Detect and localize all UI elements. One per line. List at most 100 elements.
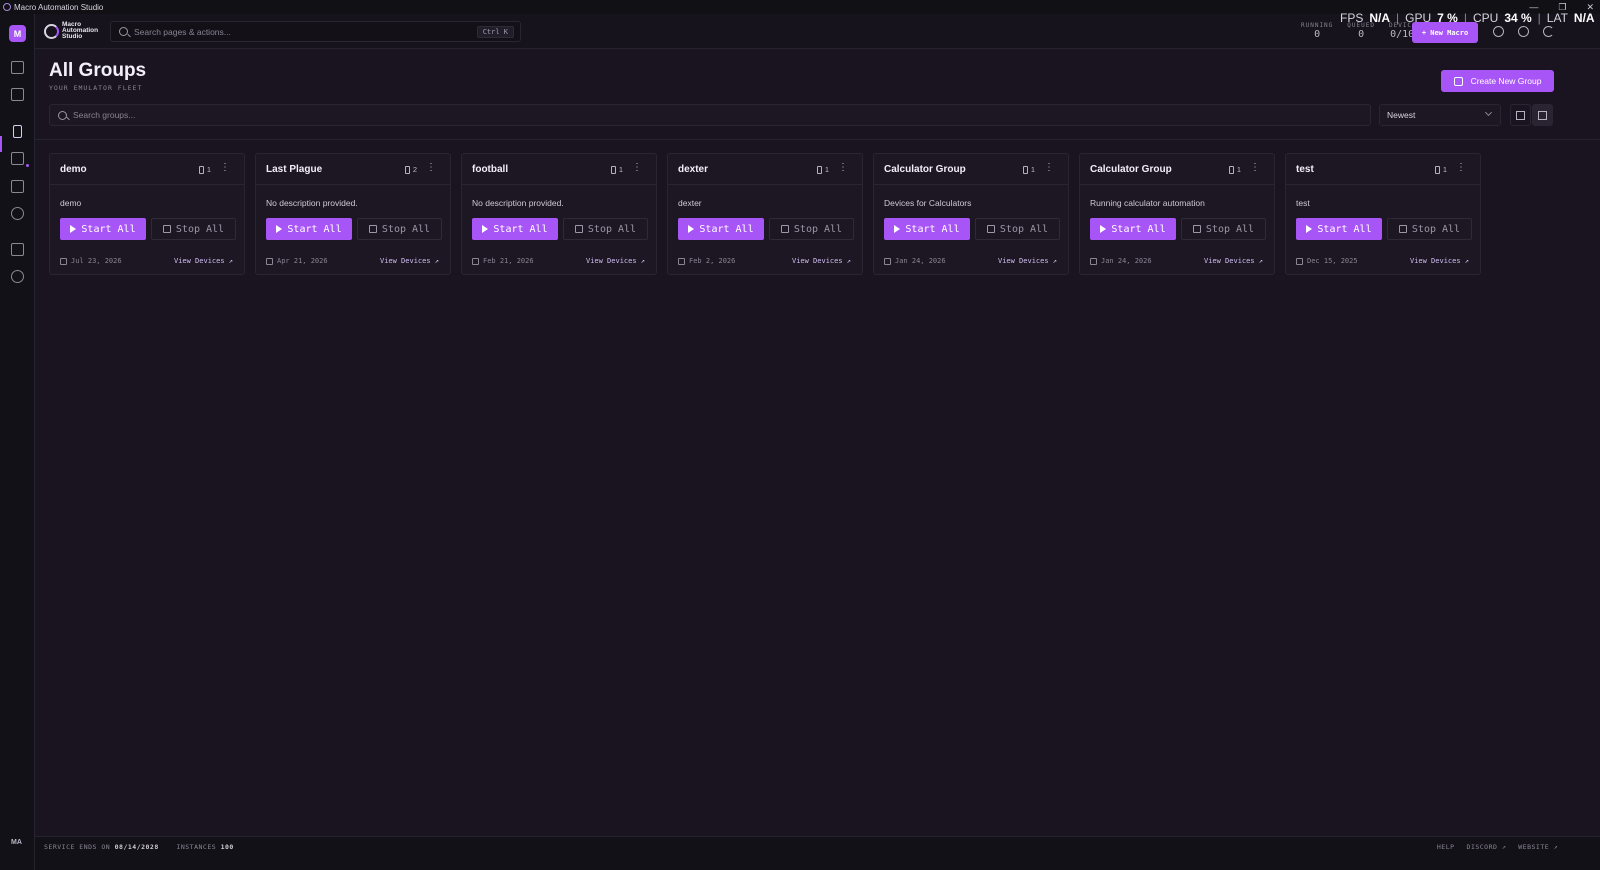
start-all-button[interactable]: Start All (472, 218, 558, 240)
device-count: 1 (1228, 165, 1241, 174)
list-icon (1516, 110, 1525, 120)
view-devices-link[interactable]: View Devices ↗ (1410, 257, 1469, 265)
plus-square-icon (1453, 76, 1463, 86)
lat-value: N/A (1573, 11, 1595, 25)
stop-all-button[interactable]: Stop All (1181, 218, 1266, 240)
view-devices-link[interactable]: View Devices ↗ (998, 257, 1057, 265)
support-icon[interactable] (11, 270, 24, 283)
group-card[interactable]: football 1 ⋮ No description provided. Start … (461, 153, 657, 275)
device-count: 1 (198, 165, 211, 174)
create-group-button[interactable]: Create New Group (1441, 70, 1554, 92)
calendar-icon (266, 257, 273, 265)
card-header: Calculator Group 1 ⋮ (874, 154, 1068, 185)
calendar-icon (60, 257, 67, 265)
store-icon[interactable] (11, 88, 24, 101)
stop-all-button[interactable]: Stop All (975, 218, 1060, 240)
network-icon[interactable] (11, 207, 24, 220)
workspace-avatar[interactable]: M (9, 25, 26, 42)
list-view-toggle[interactable] (1510, 104, 1531, 126)
play-icon (482, 225, 489, 233)
start-all-button[interactable]: Start All (1090, 218, 1176, 240)
moon-icon[interactable] (1543, 26, 1554, 37)
new-macro-button[interactable]: + New Macro (1412, 22, 1478, 43)
compass-icon[interactable] (1493, 26, 1504, 37)
phone-icon (1434, 165, 1440, 174)
app-logo[interactable]: Macro Automation Studio (44, 21, 98, 40)
view-devices-link[interactable]: View Devices ↗ (586, 257, 645, 265)
stop-icon (986, 225, 995, 233)
top-bar: Macro Automation Studio Search pages & a… (35, 11, 1600, 49)
card-icon[interactable] (11, 243, 24, 256)
card-header: dexter 1 ⋮ (668, 154, 862, 185)
start-all-button[interactable]: Start All (266, 218, 352, 240)
screen-icon[interactable] (11, 152, 24, 165)
active-nav-indicator (0, 136, 2, 152)
created-date: Jul 23, 2026 (60, 257, 122, 265)
card-header: Last Plague 2 ⋮ (256, 154, 450, 185)
stop-all-button[interactable]: Stop All (1387, 218, 1472, 240)
group-card[interactable]: dexter 1 ⋮ dexter Start All Stop All Feb 2, 20… (667, 153, 863, 275)
group-name: demo (60, 164, 87, 175)
start-all-button[interactable]: Start All (678, 218, 764, 240)
calendar-icon (678, 257, 685, 265)
group-card[interactable]: Last Plague 2 ⋮ No description provided. Sta… (255, 153, 451, 275)
group-card[interactable]: demo 1 ⋮ demo Start All Stop All Jul 23, 2026 V… (49, 153, 245, 275)
calendar-icon[interactable] (11, 180, 24, 193)
play-icon (70, 225, 77, 233)
group-search-input[interactable]: Search groups... (49, 104, 1371, 126)
view-devices-link[interactable]: View Devices ↗ (380, 257, 439, 265)
more-options-icon[interactable]: ⋮ (426, 163, 436, 173)
chevron-down-icon (1484, 108, 1493, 117)
group-description: Devices for Calculators (884, 198, 972, 208)
more-options-icon[interactable]: ⋮ (1456, 163, 1466, 173)
view-devices-link[interactable]: View Devices ↗ (1204, 257, 1263, 265)
stop-all-button[interactable]: Stop All (357, 218, 442, 240)
device-count: 1 (610, 165, 623, 174)
stop-all-button[interactable]: Stop All (769, 218, 854, 240)
group-card[interactable]: Calculator Group 1 ⋮ Devices for Calculator… (873, 153, 1069, 275)
user-initials[interactable]: MA (11, 839, 22, 846)
stop-icon (574, 225, 583, 233)
stop-all-button[interactable]: Stop All (563, 218, 648, 240)
more-options-icon[interactable]: ⋮ (1250, 163, 1260, 173)
more-options-icon[interactable]: ⋮ (220, 163, 230, 173)
device-icon[interactable] (13, 125, 22, 138)
calendar-icon (1090, 257, 1097, 265)
discord-link[interactable]: DISCORD ↗ (1467, 843, 1507, 851)
stop-all-button[interactable]: Stop All (151, 218, 236, 240)
play-icon (1306, 225, 1313, 233)
queued-stat: QUEUED 0 (1347, 22, 1375, 40)
card-header: test 1 ⋮ (1286, 154, 1480, 185)
group-description: dexter (678, 198, 702, 208)
group-name: Last Plague (266, 164, 323, 175)
start-all-button[interactable]: Start All (60, 218, 146, 240)
more-options-icon[interactable]: ⋮ (838, 163, 848, 173)
grid-view-toggle[interactable] (1532, 104, 1553, 126)
globe-icon[interactable] (1518, 26, 1529, 37)
calendar-icon (472, 257, 479, 265)
terminal-icon[interactable] (11, 61, 24, 74)
card-header: Calculator Group 1 ⋮ (1080, 154, 1274, 185)
group-card[interactable]: test 1 ⋮ test Start All Stop All Dec 15, 2025 V… (1285, 153, 1481, 275)
group-description: No description provided. (472, 198, 564, 208)
cpu-value: 34 % (1504, 11, 1532, 25)
more-options-icon[interactable]: ⋮ (632, 163, 642, 173)
group-search-placeholder: Search groups... (73, 110, 136, 120)
card-header: football 1 ⋮ (462, 154, 656, 185)
website-link[interactable]: WEBSITE ↗ (1518, 843, 1558, 851)
calendar-icon (1296, 257, 1303, 265)
global-search-input[interactable]: Search pages & actions... Ctrl K (110, 21, 521, 42)
view-devices-link[interactable]: View Devices ↗ (174, 257, 233, 265)
group-name: Calculator Group (1090, 164, 1172, 175)
sort-select[interactable]: Newest (1379, 104, 1501, 126)
play-icon (688, 225, 695, 233)
start-all-button[interactable]: Start All (884, 218, 970, 240)
view-devices-link[interactable]: View Devices ↗ (792, 257, 851, 265)
help-link[interactable]: HELP (1437, 843, 1455, 851)
play-icon (1100, 225, 1107, 233)
more-options-icon[interactable]: ⋮ (1044, 163, 1054, 173)
start-all-button[interactable]: Start All (1296, 218, 1382, 240)
stop-icon (162, 225, 171, 233)
group-card[interactable]: Calculator Group 1 ⋮ Running calculator aut… (1079, 153, 1275, 275)
group-name: dexter (678, 164, 709, 175)
